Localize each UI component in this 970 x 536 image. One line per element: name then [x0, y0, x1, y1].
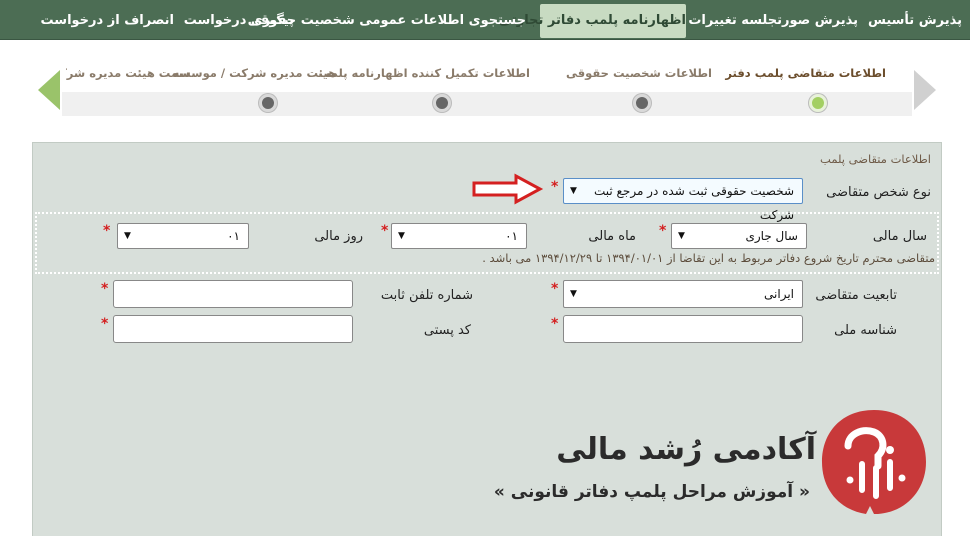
postal-code-input[interactable]	[113, 315, 353, 343]
required-mark: *	[381, 223, 389, 239]
fiscal-period-note: متقاضی محترم تاریخ شروع دفاتر مربوط به ا…	[482, 251, 935, 265]
dropdown-caret-icon: ▼	[678, 231, 685, 241]
red-arrow-icon	[472, 173, 544, 205]
phone-input[interactable]	[113, 280, 353, 308]
required-mark: *	[551, 281, 559, 297]
fiscal-year-select[interactable]: سال جاری ▼	[671, 223, 807, 249]
fiscal-month-label: ماه مالی	[588, 229, 636, 244]
step-label: اطلاعات متقاضی پلمب دفتر	[725, 66, 886, 80]
step-label: اطلاعات تکمیل کننده اظهارنامه پلمب	[318, 66, 530, 80]
required-mark: *	[103, 223, 111, 239]
stepper-track	[62, 92, 912, 116]
dropdown-caret-icon: ▼	[570, 289, 577, 299]
step-dot	[633, 94, 651, 112]
fiscal-day-label: روز مالی	[314, 229, 363, 244]
step-legal-entity-info[interactable]: اطلاعات شخصیت حقوقی	[566, 60, 712, 112]
academy-subtitle: « آموزش مراحل پلمپ دفاتر قانونی »	[493, 482, 810, 502]
nav-item-request-tracking[interactable]: پیگیری درخواست	[184, 4, 294, 38]
national-id-label: شناسه ملی	[834, 323, 897, 338]
nav-item-ledger-declaration[interactable]: اظهارنامه پلمب دفاتر تجارتی	[499, 4, 686, 38]
dropdown-caret-icon: ▼	[124, 231, 131, 241]
fiscal-month-select[interactable]: ۰۱ ▼	[391, 223, 527, 249]
fiscal-day-select[interactable]: ۰۱ ▼	[117, 223, 249, 249]
fiscal-year-label: سال مالی	[872, 229, 927, 244]
step-applicant-info[interactable]: اطلاعات متقاضی پلمب دفتر	[725, 60, 886, 112]
required-mark: *	[551, 316, 559, 332]
nationality-label: تابعیت متقاضی	[815, 288, 897, 303]
required-mark: *	[551, 179, 559, 195]
required-mark: *	[101, 281, 109, 297]
step-label: اطلاعات شخصیت حقوقی	[566, 66, 712, 80]
required-mark: *	[101, 316, 109, 332]
dropdown-caret-icon: ▼	[570, 186, 577, 196]
nav-item-changes-minutes[interactable]: پذیرش صورتجلسه تغییرات	[688, 4, 858, 38]
step-board-positions[interactable]: سمت هیئت مدیره شرکت م	[66, 60, 190, 80]
nationality-select[interactable]: ایرانی ▼	[563, 280, 803, 308]
section-title: اطلاعات متقاضی پلمب	[820, 152, 931, 166]
step-board-of-directors[interactable]: هیئت مدیره شرکت / موسسه	[172, 60, 336, 112]
fiscal-year-value: سال جاری	[745, 229, 798, 243]
top-navigation: پذیرش تأسیس پذیرش صورتجلسه تغییرات اظهار…	[0, 0, 970, 40]
applicant-type-select[interactable]: شخصیت حقوقی ثبت شده در مرجع ثبت شرکت ▼	[563, 178, 803, 222]
nav-item-cancel-request[interactable]: انصراف از درخواست	[41, 4, 174, 38]
required-mark: *	[659, 223, 667, 239]
dropdown-caret-icon: ▼	[398, 231, 405, 241]
academy-title: آکادمی رُشد مالی	[556, 432, 816, 467]
academy-logo-icon	[822, 410, 926, 514]
nav-item-establishment[interactable]: پذیرش تأسیس	[868, 4, 962, 38]
postal-code-label: کد پستی	[423, 323, 471, 338]
national-id-input[interactable]	[563, 315, 803, 343]
step-dot	[259, 94, 277, 112]
nav-item-legal-entity-search[interactable]: جستجوی اطلاعات عمومی شخصیت حقوقی	[248, 4, 526, 38]
chevron-left-icon[interactable]	[38, 70, 60, 110]
applicant-type-label: نوع شخص متقاضی	[826, 185, 931, 200]
step-label: سمت هیئت مدیره شرکت م	[66, 66, 190, 80]
step-label: هیئت مدیره شرکت / موسسه	[172, 66, 336, 80]
step-dot	[433, 94, 451, 112]
academy-logo-text: آکادمی رُشد مالی « آموزش مراحل پلمپ دفات…	[494, 432, 816, 522]
phone-label: شماره تلفن ثابت	[380, 288, 473, 303]
step-dot	[809, 94, 827, 112]
wizard-stepper: اطلاعات متقاضی پلمب دفتر اطلاعات شخصیت ح…	[32, 60, 942, 122]
fiscal-day-value: ۰۱	[227, 229, 240, 243]
fiscal-month-value: ۰۱	[505, 229, 518, 243]
step-declarant-info[interactable]: اطلاعات تکمیل کننده اظهارنامه پلمب	[318, 60, 530, 112]
chevron-right-icon[interactable]	[914, 70, 936, 110]
nationality-value: ایرانی	[764, 287, 794, 301]
